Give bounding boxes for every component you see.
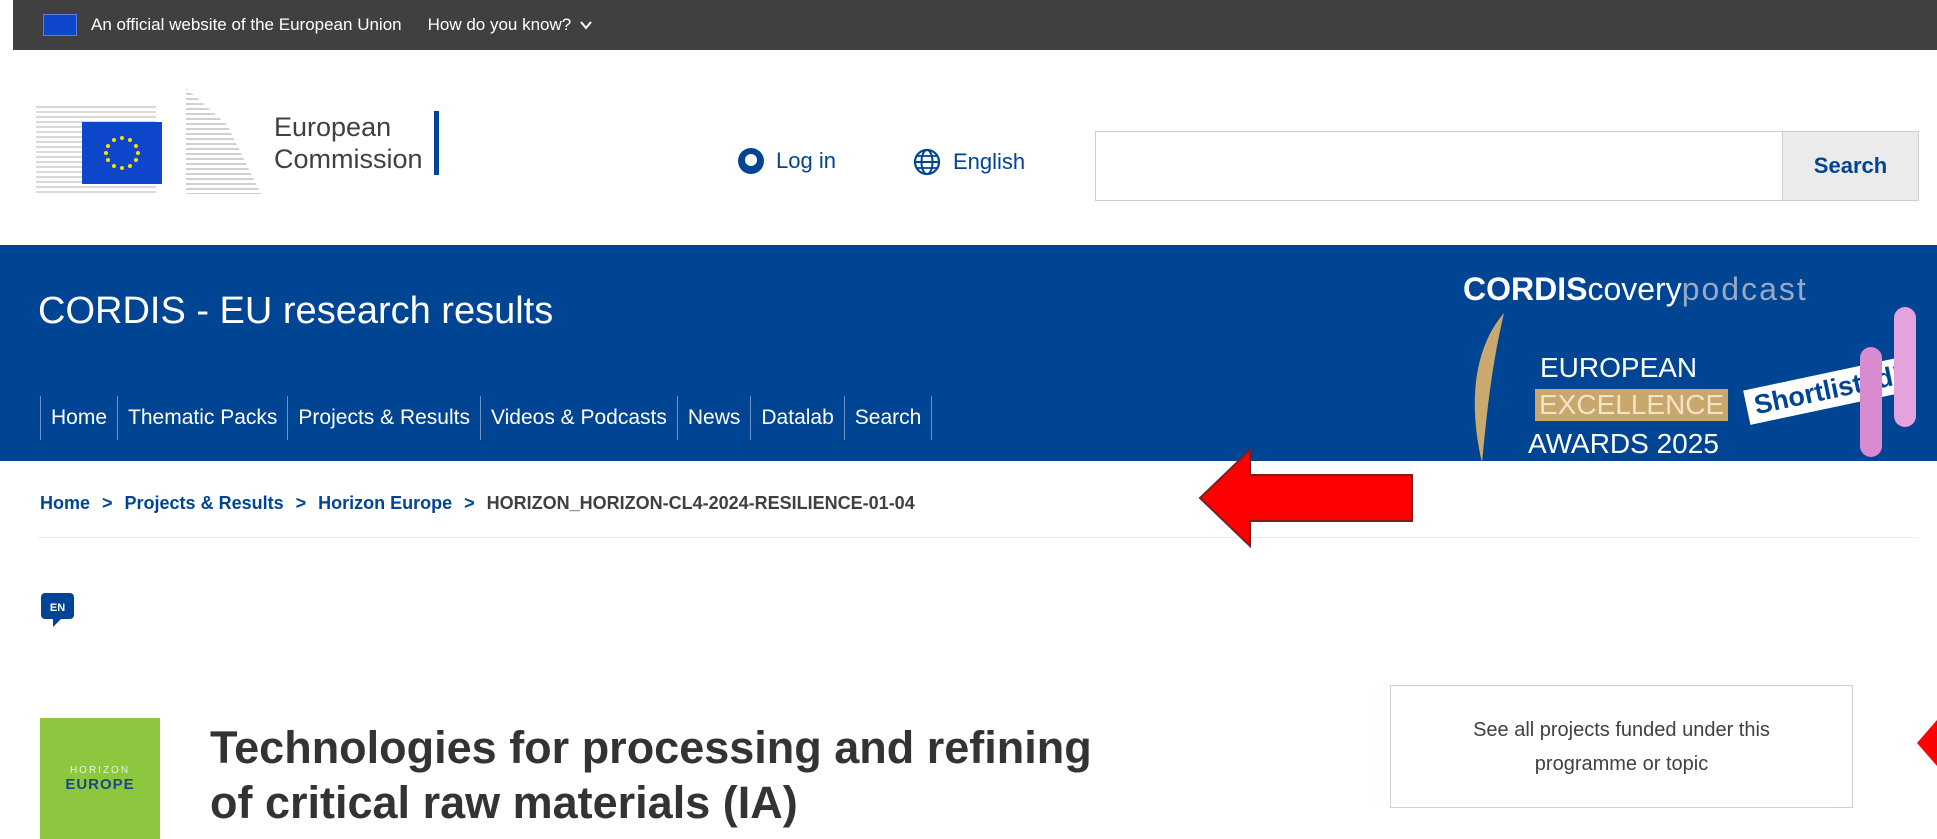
eu-flag-logo-icon xyxy=(82,122,162,184)
language-label: English xyxy=(953,149,1026,174)
official-website-text: An official website of the European Unio… xyxy=(91,15,402,34)
breadcrumb-separator: > xyxy=(102,493,113,513)
official-eu-strip: An official website of the European Unio… xyxy=(13,0,1937,50)
horizon-logo-line2: EUROPE xyxy=(65,775,135,793)
horizon-logo-line1: HORIZON xyxy=(69,764,131,776)
promo-brand-light: covery xyxy=(1587,271,1682,307)
nav-item-news[interactable]: News xyxy=(676,396,751,440)
ec-logo-text: European Commission xyxy=(274,111,439,175)
official-eu-bar: An official website of the European Unio… xyxy=(0,0,1937,50)
ec-logo-mark xyxy=(36,88,266,198)
breadcrumb: Home > Projects & Results > Horizon Euro… xyxy=(40,493,915,514)
breadcrumb-separator: > xyxy=(464,493,475,513)
breadcrumb-divider xyxy=(38,537,1918,538)
page-title-line2: of critical raw materials (IA) xyxy=(210,777,798,828)
cordiscovery-podcast-promo[interactable]: CORDIScoverypodcast EUROPEAN EXCELLENCE … xyxy=(1460,247,1937,463)
site-name[interactable]: CORDIS - EU research results xyxy=(38,290,553,333)
site-banner: CORDIS - EU research results Home Themat… xyxy=(0,245,1937,463)
search-button[interactable]: Search xyxy=(1782,131,1919,201)
logo-text-line2: Commission xyxy=(274,144,423,174)
nav-item-thematic-packs[interactable]: Thematic Packs xyxy=(117,396,287,440)
logo-building-icon xyxy=(186,88,261,194)
annotation-arrow-partial-icon xyxy=(1917,720,1937,766)
breadcrumb-separator: > xyxy=(295,493,307,513)
eu-flag-icon xyxy=(43,14,77,36)
horizon-europe-logo: HORIZON EUROPE xyxy=(40,718,160,839)
language-selector[interactable]: English xyxy=(913,148,1025,176)
promo-brand-bold: CORDIS xyxy=(1463,271,1588,307)
breadcrumb-home[interactable]: Home xyxy=(40,493,90,514)
promo-brand-tail: podcast xyxy=(1681,271,1808,307)
nav-item-search[interactable]: Search xyxy=(843,396,933,440)
european-commission-logo[interactable]: European Commission xyxy=(36,88,466,198)
site-header: European Commission Log in English Searc… xyxy=(0,50,1937,245)
award-line3: AWARDS 2025 xyxy=(1528,428,1719,459)
breadcrumb-current: HORIZON_HORIZON-CL4-2024-RESILIENCE-01-0… xyxy=(486,493,915,513)
login-link[interactable]: Log in xyxy=(738,148,836,174)
page-title: Technologies for processing and refining… xyxy=(210,720,1250,830)
logo-text-line1: European xyxy=(274,112,392,142)
podcast-bars-icon xyxy=(1860,307,1922,457)
annotation-arrow-left-icon xyxy=(1198,448,1413,548)
award-line1: EUROPEAN xyxy=(1540,352,1698,383)
how-do-you-know-label: How do you know? xyxy=(427,15,572,34)
search-input[interactable] xyxy=(1095,131,1783,201)
see-all-projects-button[interactable]: See all projects funded under this progr… xyxy=(1390,685,1853,808)
pill-bar-1 xyxy=(1860,347,1882,457)
user-icon xyxy=(738,148,764,174)
pill-bar-2 xyxy=(1894,307,1916,427)
language-en-badge[interactable]: EN xyxy=(41,593,74,627)
page-title-line1: Technologies for processing and refining xyxy=(210,722,1092,773)
eu-stars-icon xyxy=(104,136,140,170)
promo-title: CORDIScoverypodcast xyxy=(1463,271,1808,308)
nav-item-projects-results[interactable]: Projects & Results xyxy=(287,396,480,440)
laurel-leaf-icon xyxy=(1474,313,1504,463)
language-badge-label: EN xyxy=(50,602,65,614)
nav-item-videos-podcasts[interactable]: Videos & Podcasts xyxy=(479,396,677,440)
globe-icon xyxy=(913,148,941,176)
login-label: Log in xyxy=(776,148,836,173)
chevron-down-icon xyxy=(580,21,593,30)
main-navigation: Home Thematic Packs Projects & Results V… xyxy=(40,396,933,440)
nav-item-home[interactable]: Home xyxy=(40,396,117,440)
award-line2: EXCELLENCE xyxy=(1535,389,1729,421)
breadcrumb-projects-results[interactable]: Projects & Results xyxy=(125,493,284,514)
how-do-you-know-toggle[interactable]: How do you know? xyxy=(428,15,594,35)
breadcrumb-horizon-europe[interactable]: Horizon Europe xyxy=(318,493,452,514)
nav-item-datalab[interactable]: Datalab xyxy=(750,396,843,440)
